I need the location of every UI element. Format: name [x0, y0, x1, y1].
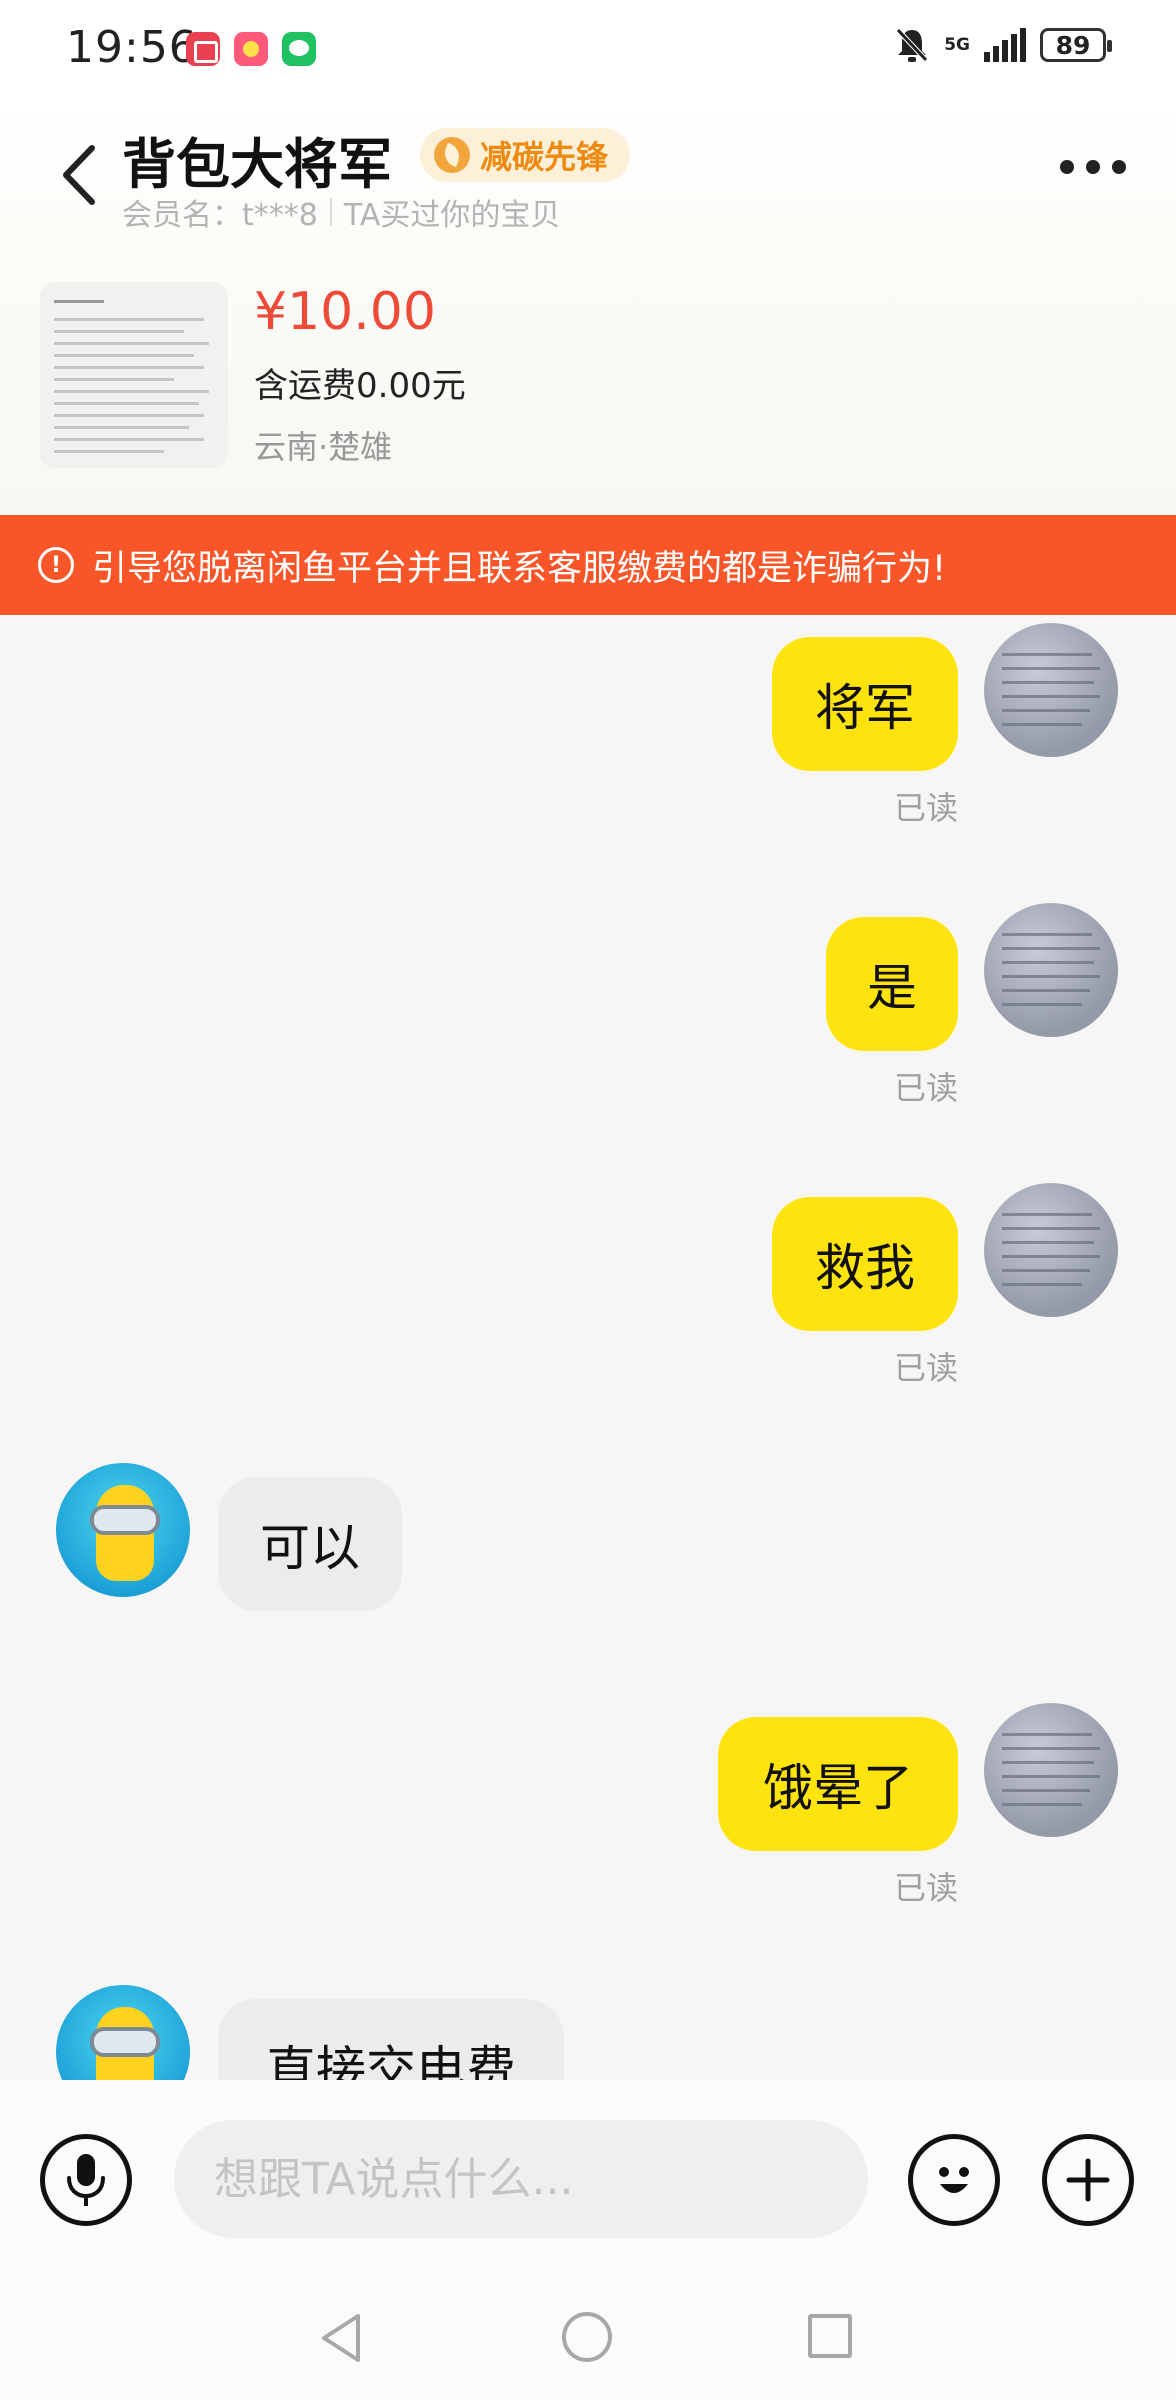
- signal-icon: [984, 28, 1026, 62]
- read-status: 已读: [894, 789, 959, 827]
- message-text: 直接交电费: [266, 2041, 516, 2080]
- chat-header: 背包大将军 减碳先锋 会员名：t***8 TA买过你的宝贝: [0, 100, 1176, 270]
- warning-text: 引导您脱离闲鱼平台并且联系客服缴费的都是诈骗行为!: [92, 548, 947, 589]
- nav-home-icon[interactable]: [562, 2312, 612, 2362]
- member-info: 会员名：t***8 TA买过你的宝贝: [122, 190, 560, 234]
- message-bubble-outgoing[interactable]: 饿晕了: [718, 1717, 958, 1851]
- game-app-icon: [234, 32, 268, 66]
- message-text: 将军: [815, 679, 915, 737]
- message-bubble-outgoing[interactable]: 将军: [772, 637, 958, 771]
- peer-avatar[interactable]: [56, 1985, 190, 2080]
- back-arrow-icon[interactable]: [54, 140, 104, 210]
- more-options-icon[interactable]: [1060, 160, 1126, 174]
- status-bar: 19:56 5G 89: [0, 0, 1176, 100]
- peer-avatar[interactable]: [56, 1463, 190, 1597]
- divider: [329, 198, 332, 226]
- message-bubble-outgoing[interactable]: 救我: [772, 1197, 958, 1331]
- contact-name[interactable]: 背包大将军: [122, 120, 392, 199]
- message-input-bar: [0, 2080, 1176, 2280]
- badge-label: 减碳先锋: [480, 138, 609, 176]
- alert-icon: !: [38, 547, 74, 583]
- reading-app-icon: [186, 32, 220, 66]
- status-indicators: 5G 89: [894, 26, 1112, 64]
- message-text: 可以: [260, 1519, 360, 1577]
- message-input[interactable]: [174, 2120, 868, 2238]
- leaf-icon: [434, 137, 470, 173]
- carbon-badge[interactable]: 减碳先锋: [420, 128, 631, 182]
- product-card[interactable]: ¥10.00 含运费0.00元 云南·楚雄: [0, 270, 1176, 515]
- chat-messages[interactable]: 将军 已读 是 已读 救我 已读 可以 饿晕了 已读 直接交电费: [0, 615, 1176, 2080]
- voice-button[interactable]: [40, 2134, 132, 2226]
- network-type: 5G: [944, 34, 970, 55]
- plus-icon: [1066, 2158, 1110, 2202]
- product-location: 云南·楚雄: [254, 428, 393, 466]
- bell-muted-icon: [894, 26, 930, 64]
- self-avatar[interactable]: [984, 623, 1118, 757]
- battery-level: 89: [1055, 30, 1091, 60]
- message-text: 救我: [815, 1239, 915, 1297]
- more-actions-button[interactable]: [1042, 2134, 1134, 2226]
- self-avatar[interactable]: [984, 903, 1118, 1037]
- battery-icon: 89: [1040, 28, 1112, 62]
- smiley-icon: [939, 2167, 969, 2193]
- status-time: 19:56: [66, 22, 198, 73]
- message-bubble-incoming[interactable]: 可以: [218, 1477, 402, 1611]
- fraud-warning-banner: ! 引导您脱离闲鱼平台并且联系客服缴费的都是诈骗行为!: [0, 515, 1176, 615]
- product-price: ¥10.00: [254, 282, 436, 342]
- read-status: 已读: [894, 1069, 959, 1107]
- message-text: 饿晕了: [763, 1759, 913, 1817]
- system-navigation-bar: [0, 2280, 1176, 2400]
- nav-back-icon[interactable]: [318, 2312, 364, 2368]
- emoji-button[interactable]: [908, 2134, 1000, 2226]
- member-name: 会员名：t***8: [122, 198, 318, 233]
- message-bubble-incoming[interactable]: 直接交电费: [218, 1999, 564, 2080]
- self-avatar[interactable]: [984, 1703, 1118, 1837]
- product-thumbnail[interactable]: [40, 282, 228, 468]
- read-status: 已读: [894, 1349, 959, 1387]
- product-shipping: 含运费0.00元: [254, 366, 466, 406]
- microphone-icon: [67, 2154, 105, 2206]
- message-bubble-outgoing[interactable]: 是: [826, 917, 958, 1051]
- message-text: 是: [867, 959, 917, 1017]
- purchase-relation: TA买过你的宝贝: [343, 198, 561, 233]
- self-avatar[interactable]: [984, 1183, 1118, 1317]
- read-status: 已读: [894, 1869, 959, 1907]
- nav-recent-apps-icon[interactable]: [808, 2314, 852, 2358]
- wechat-icon: [282, 32, 316, 66]
